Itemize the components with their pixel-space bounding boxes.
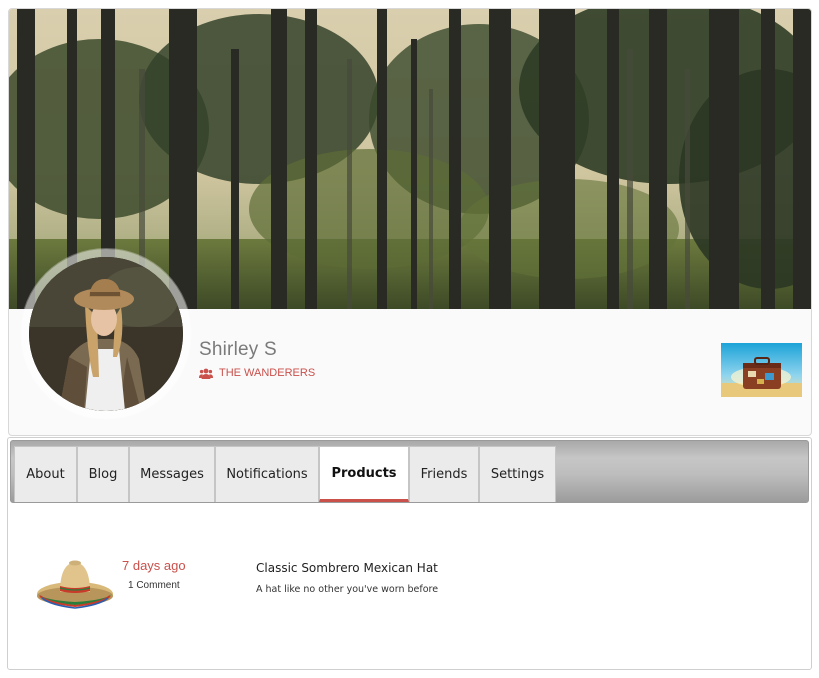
tab-settings[interactable]: Settings [479, 446, 556, 502]
product-item: 7 days ago 1 Comment Classic Sombrero Me… [28, 548, 788, 609]
tab-notifications[interactable]: Notifications [215, 446, 319, 502]
avatar-frame [21, 249, 191, 419]
group-label: THE WANDERERS [219, 367, 316, 379]
tab-messages[interactable]: Messages [129, 446, 215, 502]
user-avatar-photo [29, 257, 183, 411]
product-age: 7 days ago [122, 558, 186, 573]
suitcase-thumbnail [721, 343, 802, 397]
tab-products[interactable]: Products [319, 446, 409, 502]
user-name: Shirley S [199, 339, 277, 360]
product-comments-link[interactable]: 1 Comment [128, 580, 180, 591]
profile-header-card: Shirley S THE WANDERERS [8, 8, 812, 436]
content-panel: About Blog Messages Notifications Produc… [7, 437, 812, 670]
group-thumbnail[interactable] [721, 343, 802, 397]
avatar[interactable] [29, 257, 183, 411]
product-description: A hat like no other you've worn before [256, 584, 439, 595]
product-thumbnail[interactable] [34, 556, 116, 612]
tab-blog[interactable]: Blog [77, 446, 129, 502]
tab-friends[interactable]: Friends [409, 446, 479, 502]
users-icon [199, 368, 213, 379]
tab-about[interactable]: About [14, 446, 77, 502]
group-link[interactable]: THE WANDERERS [199, 367, 315, 379]
profile-tab-bar: About Blog Messages Notifications Produc… [10, 440, 809, 503]
sombrero-image [37, 560, 113, 609]
product-title[interactable]: Classic Sombrero Mexican Hat [256, 561, 438, 575]
